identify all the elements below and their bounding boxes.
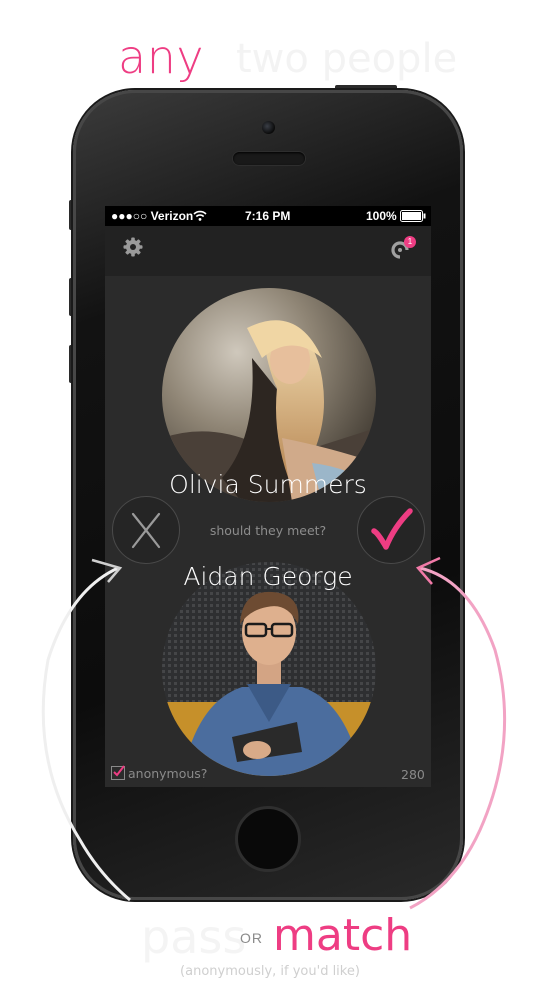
carrier-label: ●●●○○ Verizon [111,209,194,223]
battery-icon [400,210,426,222]
swipe-arrows [41,556,507,910]
front-camera [262,121,275,134]
battery-percent: 100% [366,209,397,223]
promo-headline-faint: two people [236,36,458,82]
gear-icon[interactable] [123,237,143,257]
pass-caption: pass [141,910,247,964]
wifi-icon [193,210,207,221]
match-caption: match [273,910,413,961]
person-top-name: Olivia Summers [169,470,367,499]
app-toolbar [105,226,431,276]
phone-speaker [233,152,305,165]
status-bar: ●●●○○ Verizon 7:16 PM 100% [105,206,431,226]
notification-badge: 1 [404,236,416,248]
promo-subtitle: (anonymously, if you'd like) [180,964,360,979]
or-caption: OR [240,930,263,946]
promo-headline: any [118,30,205,84]
clock: 7:16 PM [245,209,291,223]
